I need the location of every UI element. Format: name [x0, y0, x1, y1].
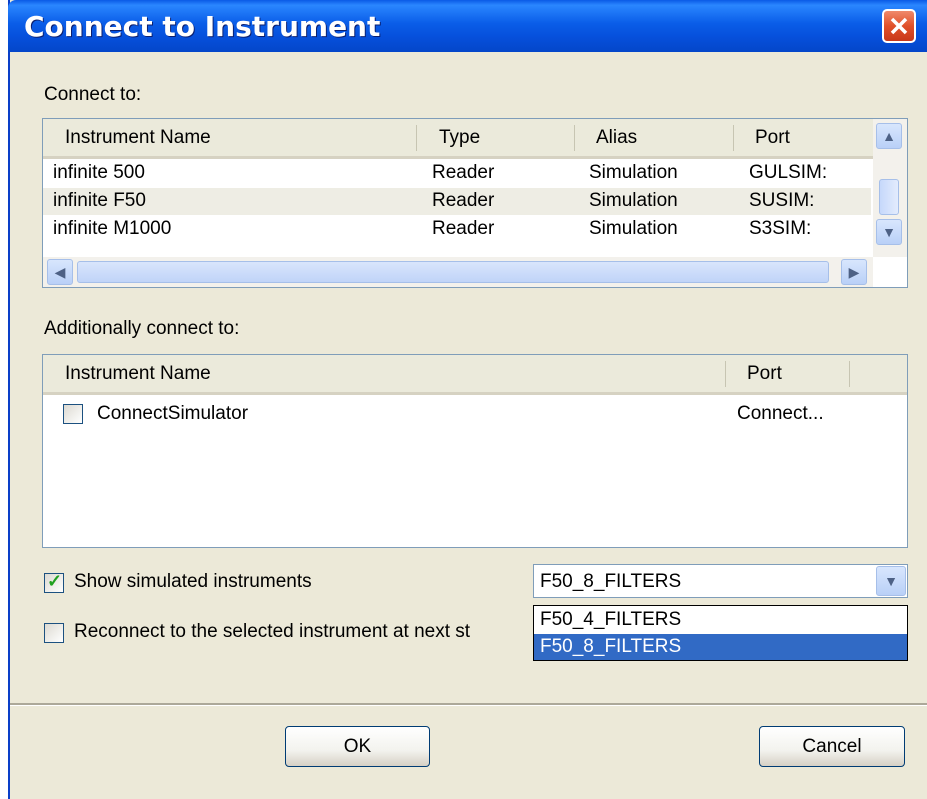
close-button[interactable] — [882, 9, 916, 43]
column-header-port[interactable]: Port — [755, 127, 790, 149]
reconnect-label[interactable]: Reconnect to the selected instrument at … — [74, 621, 470, 643]
cell-port: SUSIM: — [749, 190, 815, 211]
show-simulated-label[interactable]: Show simulated instruments — [74, 571, 312, 593]
cell-port: S3SIM: — [749, 218, 812, 239]
dropdown-option-selected[interactable]: F50_8_FILTERS — [534, 634, 907, 660]
column-header-type[interactable]: Type — [439, 127, 480, 149]
cell-alias: Simulation — [589, 218, 678, 239]
cell-port: GULSIM: — [749, 162, 828, 183]
dropdown-button[interactable]: ▼ — [876, 566, 906, 596]
show-simulated-checkbox[interactable]: ✓ — [44, 571, 64, 593]
chevron-left-icon: ◀ — [54, 264, 66, 280]
window-title: Connect to Instrument — [24, 10, 381, 43]
scroll-down-button[interactable]: ▼ — [876, 219, 902, 245]
list-item[interactable]: infinite 500 Reader Simulation GULSIM: — [43, 160, 871, 187]
filter-select[interactable]: F50_8_FILTERS ▼ — [533, 564, 908, 598]
chevron-right-icon: ▶ — [848, 264, 860, 280]
dropdown-option[interactable]: F50_4_FILTERS — [534, 607, 907, 633]
instrument-list[interactable]: Instrument Name Type Alias Port infinite… — [42, 118, 908, 288]
column-header-instrument-name[interactable]: Instrument Name — [65, 363, 211, 385]
list-item[interactable]: infinite M1000 Reader Simulation S3SIM: — [43, 216, 871, 243]
cell-type: Reader — [432, 218, 495, 239]
horizontal-scroll-thumb[interactable] — [77, 261, 829, 283]
instrument-list-header: Instrument Name Type Alias Port — [43, 119, 907, 159]
list-item[interactable]: infinite F50 Reader Simulation SUSIM: — [43, 188, 871, 215]
additionally-connect-label: Additionally connect to: — [44, 318, 240, 339]
connect-to-label: Connect to: — [44, 84, 142, 105]
filter-dropdown-list[interactable]: F50_4_FILTERS F50_8_FILTERS — [533, 605, 908, 661]
chevron-down-icon: ▼ — [884, 573, 898, 589]
reconnect-checkbox[interactable] — [44, 623, 64, 643]
cell-instrument-name: infinite F50 — [53, 190, 146, 211]
ok-button[interactable]: OK — [285, 726, 430, 767]
cell-instrument-name: ConnectSimulator — [97, 403, 249, 424]
cell-alias: Simulation — [589, 190, 678, 211]
list-item[interactable]: ConnectSimulator Connect... — [43, 401, 903, 428]
additional-list-header: Instrument Name Port — [43, 355, 907, 395]
column-header-instrument-name[interactable]: Instrument Name — [65, 127, 211, 149]
scroll-right-button[interactable]: ▶ — [841, 259, 867, 285]
column-header-port[interactable]: Port — [747, 363, 782, 385]
divider — [10, 703, 927, 706]
title-bar[interactable]: Connect to Instrument — [8, 0, 927, 52]
cell-alias: Simulation — [589, 162, 678, 183]
scroll-left-button[interactable]: ◀ — [47, 259, 73, 285]
horizontal-scrollbar[interactable]: ◀ ▶ — [43, 257, 873, 287]
column-header-alias[interactable]: Alias — [596, 127, 637, 149]
vertical-scrollbar[interactable]: ▲ ▼ — [873, 119, 907, 257]
filter-select-value: F50_8_FILTERS — [540, 571, 682, 592]
chevron-up-icon: ▲ — [882, 128, 896, 144]
cell-port: Connect... — [737, 403, 824, 424]
checkmark-icon: ✓ — [47, 571, 63, 591]
cell-instrument-name: infinite 500 — [53, 162, 145, 183]
vertical-scroll-thumb[interactable] — [879, 179, 899, 215]
chevron-down-icon: ▼ — [882, 224, 896, 240]
cancel-button[interactable]: Cancel — [759, 726, 905, 767]
cell-type: Reader — [432, 162, 495, 183]
cell-instrument-name: infinite M1000 — [53, 218, 172, 239]
additional-instrument-list[interactable]: Instrument Name Port ConnectSimulator Co… — [42, 354, 908, 548]
cell-type: Reader — [432, 190, 495, 211]
connect-simulator-checkbox[interactable] — [63, 404, 83, 424]
close-icon — [890, 17, 908, 35]
scroll-up-button[interactable]: ▲ — [876, 123, 902, 149]
